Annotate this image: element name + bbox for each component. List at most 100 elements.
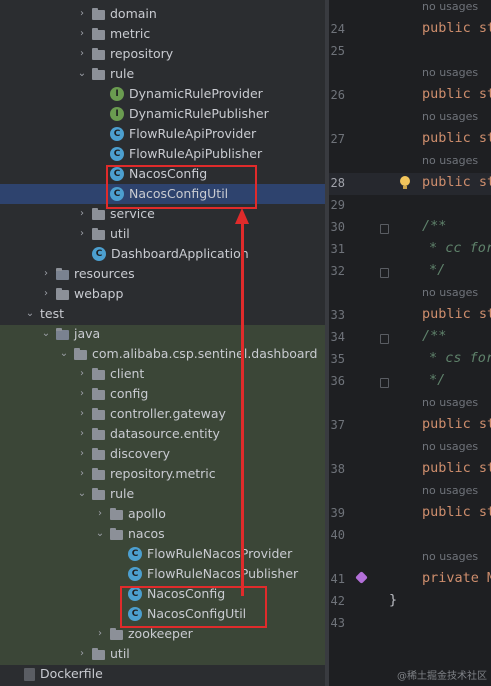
project-tree: › domain › metric › repository ⌄ rule I Dynam…	[0, 0, 325, 686]
usage-hint[interactable]: no usages	[422, 440, 478, 453]
code-line[interactable]: */	[429, 372, 445, 388]
code-line[interactable]: private M	[422, 570, 491, 586]
fold-icon[interactable]	[380, 224, 389, 234]
chevron-right-icon[interactable]: ›	[76, 464, 88, 484]
tree-row-label: nacos	[128, 526, 165, 541]
chevron-right-icon[interactable]: ›	[76, 224, 88, 244]
tree-row-label: datasource.entity	[110, 426, 220, 441]
file-icon	[24, 667, 35, 681]
tree-row-datasource-entity[interactable]: › datasource.entity	[76, 424, 220, 444]
tree-row-controller-gateway[interactable]: › controller.gateway	[76, 404, 226, 424]
highlight-box-main-nacos	[106, 165, 257, 209]
tree-row-repository[interactable]: › repository	[76, 44, 173, 64]
tree-row-config[interactable]: › config	[76, 384, 148, 404]
interface-icon: I	[110, 87, 124, 101]
code-line[interactable]: * cs for	[429, 350, 491, 366]
arrow-shaft	[241, 222, 244, 596]
code-line[interactable]: public st	[422, 416, 491, 432]
code-line[interactable]: */	[429, 262, 445, 278]
tree-row-label: rule	[110, 66, 135, 81]
tree-row-discovery[interactable]: › discovery	[76, 444, 170, 464]
code-line[interactable]: * cc for	[429, 240, 491, 256]
tree-row-label: DynamicRulePublisher	[129, 106, 269, 121]
tree-row-dynamic-rule-publisher[interactable]: I DynamicRulePublisher	[110, 104, 269, 124]
code-line[interactable]: public st	[422, 460, 491, 476]
fold-icon[interactable]	[380, 378, 389, 388]
usage-hint[interactable]: no usages	[422, 396, 478, 409]
tree-row-java[interactable]: ⌄ java	[40, 324, 100, 344]
usage-hint[interactable]: no usages	[422, 154, 478, 167]
folder-icon	[92, 28, 105, 40]
chevron-right-icon[interactable]: ›	[76, 404, 88, 424]
lightbulb-icon[interactable]	[400, 176, 410, 189]
chevron-right-icon[interactable]: ›	[94, 504, 106, 524]
tree-row-webapp[interactable]: › webapp	[40, 284, 123, 304]
tree-row-dashboard-application[interactable]: C DashboardApplication	[92, 244, 249, 264]
tree-row-metric[interactable]: › metric	[76, 24, 150, 44]
line-number: 34	[330, 330, 345, 344]
chevron-right-icon[interactable]: ›	[94, 624, 106, 644]
tree-row-resources[interactable]: › resources	[40, 264, 135, 284]
fold-icon[interactable]	[380, 334, 389, 344]
tree-row-test-rule[interactable]: ⌄ rule	[76, 484, 134, 504]
chevron-right-icon[interactable]: ›	[76, 644, 88, 664]
code-editor[interactable]: no usages 24 public st 25 no usages 26 p…	[329, 0, 491, 686]
code-line[interactable]: public st	[422, 130, 491, 146]
tree-row-flow-rule-nacos-provider[interactable]: C FlowRuleNacosProvider	[128, 544, 292, 564]
tree-row-label: rule	[110, 486, 135, 501]
usage-hint[interactable]: no usages	[422, 286, 478, 299]
usage-hint[interactable]: no usages	[422, 550, 478, 563]
code-line[interactable]: /**	[422, 218, 446, 234]
usage-hint[interactable]: no usages	[422, 0, 478, 13]
tree-row-dynamic-rule-provider[interactable]: I DynamicRuleProvider	[110, 84, 263, 104]
tree-row-test-util[interactable]: › util	[76, 644, 130, 664]
chevron-right-icon[interactable]: ›	[76, 204, 88, 224]
tree-row-util[interactable]: › util	[76, 224, 130, 244]
chevron-right-icon[interactable]: ›	[76, 424, 88, 444]
tree-row-nacos[interactable]: ⌄ nacos	[94, 524, 165, 544]
chevron-right-icon[interactable]: ›	[76, 4, 88, 24]
usage-hint[interactable]: no usages	[422, 110, 478, 123]
usage-hint[interactable]: no usages	[422, 484, 478, 497]
code-line[interactable]: /**	[422, 328, 446, 344]
code-line[interactable]: public st	[422, 174, 491, 190]
tree-row-label: client	[110, 366, 145, 381]
tree-row-flow-rule-nacos-publisher[interactable]: C FlowRuleNacosPublisher	[128, 564, 298, 584]
chevron-right-icon[interactable]: ›	[76, 44, 88, 64]
chevron-right-icon[interactable]: ›	[76, 364, 88, 384]
chevron-right-icon[interactable]: ›	[76, 384, 88, 404]
code-line[interactable]: }	[389, 592, 397, 608]
class-icon: C	[128, 567, 142, 581]
line-number: 43	[330, 616, 345, 630]
chevron-right-icon[interactable]: ›	[40, 264, 52, 284]
usage-hint[interactable]: no usages	[422, 66, 478, 79]
chevron-right-icon[interactable]: ›	[40, 284, 52, 304]
implementation-gutter-icon[interactable]	[355, 571, 368, 584]
tree-row-label: DashboardApplication	[111, 246, 249, 261]
tree-row-repository-metric[interactable]: › repository.metric	[76, 464, 216, 484]
code-line[interactable]: public st	[422, 20, 491, 36]
tree-row-client[interactable]: › client	[76, 364, 144, 384]
tree-row-apollo[interactable]: › apollo	[94, 504, 166, 524]
tree-row-label: repository.metric	[110, 466, 216, 481]
chevron-right-icon[interactable]: ›	[76, 444, 88, 464]
fold-icon[interactable]	[380, 268, 389, 278]
chevron-down-icon[interactable]: ⌄	[40, 324, 52, 344]
tree-row-test[interactable]: ⌄ test	[24, 304, 64, 324]
tree-row-domain[interactable]: › domain	[76, 4, 157, 24]
code-line[interactable]: public st	[422, 504, 491, 520]
tree-row-rule[interactable]: ⌄ rule	[76, 64, 134, 84]
class-icon: C	[128, 547, 142, 561]
tree-row-package-dashboard[interactable]: ⌄ com.alibaba.csp.sentinel.dashboard	[58, 344, 318, 364]
tree-row-dockerfile[interactable]: Dockerfile	[24, 664, 103, 684]
code-line[interactable]: public st	[422, 306, 491, 322]
code-line[interactable]: public st	[422, 86, 491, 102]
tree-row-flow-rule-api-provider[interactable]: C FlowRuleApiProvider	[110, 124, 256, 144]
chevron-down-icon[interactable]: ⌄	[76, 484, 88, 504]
chevron-down-icon[interactable]: ⌄	[58, 344, 70, 364]
chevron-down-icon[interactable]: ⌄	[76, 64, 88, 84]
tree-row-flow-rule-api-publisher[interactable]: C FlowRuleApiPublisher	[110, 144, 262, 164]
chevron-down-icon[interactable]: ⌄	[94, 524, 106, 544]
chevron-down-icon[interactable]: ⌄	[24, 304, 36, 324]
chevron-right-icon[interactable]: ›	[76, 24, 88, 44]
